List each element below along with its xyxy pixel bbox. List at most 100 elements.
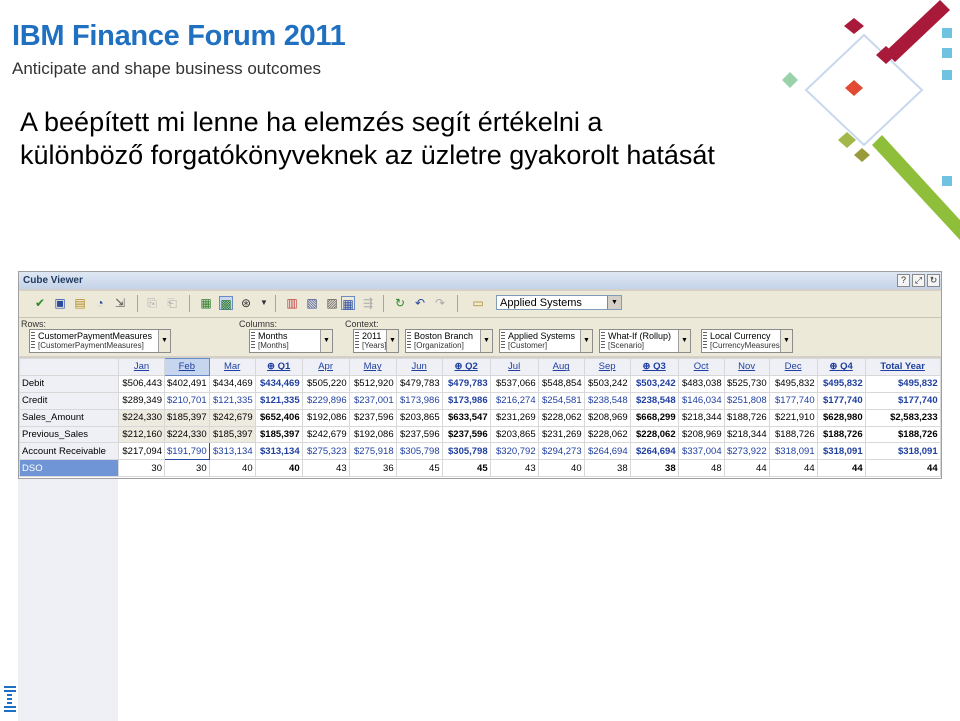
grid-cell[interactable]: $434,469	[254, 374, 303, 393]
view-folder-icon[interactable]: ▭	[471, 296, 485, 310]
grid-cell[interactable]: $237,596	[348, 408, 397, 427]
grid-cell[interactable]: $548,854	[537, 374, 585, 393]
row-header[interactable]: Debit	[19, 374, 119, 393]
column-header[interactable]: Apr	[301, 358, 350, 376]
grid-cell[interactable]: $275,323	[301, 442, 350, 461]
grid-cell[interactable]: 43	[489, 459, 539, 478]
column-header[interactable]: Sep	[583, 358, 631, 376]
grid-cell[interactable]: $318,091	[864, 442, 941, 461]
grid-cell[interactable]: $479,783	[395, 374, 443, 393]
grid-cell[interactable]: $305,798	[395, 442, 443, 461]
grid-cell[interactable]: 38	[629, 459, 679, 478]
grid-cell[interactable]: $318,091	[816, 442, 866, 461]
grid-cell[interactable]: $218,344	[723, 425, 770, 444]
grid-cell[interactable]: $218,344	[677, 408, 725, 427]
active-view-icon[interactable]: ▩	[219, 296, 233, 311]
context-chip-years[interactable]: 2011 [Years] ▼	[353, 329, 399, 353]
drag-handle-icon[interactable]	[407, 332, 411, 350]
column-header[interactable]: Feb	[164, 358, 210, 376]
grid-cell[interactable]: $525,730	[723, 374, 770, 393]
grid-cell[interactable]: $264,694	[629, 442, 679, 461]
refresh-window-button[interactable]: ↻	[927, 274, 940, 287]
column-header-quarter[interactable]: ⊕ Q3	[629, 358, 679, 376]
redo-icon[interactable]: ↷	[433, 296, 447, 310]
grid-cell[interactable]: $188,726	[723, 408, 770, 427]
grid-cell[interactable]: $217,094	[118, 442, 165, 461]
grid-cell[interactable]: 40	[537, 459, 585, 478]
chevron-down-icon[interactable]: ▼	[580, 330, 592, 352]
grid-cell[interactable]: $313,134	[208, 442, 256, 461]
grid-cell[interactable]: $289,349	[118, 391, 165, 410]
grid-cell[interactable]: $254,581	[537, 391, 585, 410]
column-header[interactable]: Oct	[677, 358, 725, 376]
drag-handle-icon[interactable]	[501, 332, 505, 350]
grid-cell[interactable]: 30	[118, 459, 165, 478]
grid-cell[interactable]: $231,269	[537, 425, 585, 444]
column-header[interactable]: Jun	[395, 358, 443, 376]
grid-cell[interactable]: $228,062	[583, 425, 631, 444]
grid-cell[interactable]: $479,783	[441, 374, 491, 393]
grid-cell[interactable]: $273,922	[723, 442, 770, 461]
refresh-icon[interactable]: ↻	[393, 296, 407, 310]
help-button[interactable]: ?	[897, 274, 910, 287]
grid-cell[interactable]: $2,583,233	[864, 408, 941, 427]
grid-cell[interactable]: $177,740	[864, 391, 941, 410]
grid-cell[interactable]: $228,062	[629, 425, 679, 444]
grid-cell[interactable]: $320,792	[489, 442, 539, 461]
export-icon[interactable]: ⇲	[113, 296, 127, 310]
chevron-down-icon[interactable]: ▼	[607, 296, 621, 309]
chevron-down-icon[interactable]: ▼	[678, 330, 690, 352]
column-header[interactable]: Aug	[537, 358, 585, 376]
grid-cell[interactable]: 44	[816, 459, 866, 478]
grid-cell[interactable]: 40	[254, 459, 303, 478]
grid-cell[interactable]: $495,832	[864, 374, 941, 393]
grid-cell[interactable]: $505,220	[301, 374, 350, 393]
grid-cell[interactable]: 48	[677, 459, 725, 478]
column-header[interactable]: Nov	[723, 358, 770, 376]
grid-cell[interactable]: 40	[208, 459, 256, 478]
drag-handle-icon[interactable]	[31, 332, 35, 350]
grid-cell[interactable]: $173,986	[441, 391, 491, 410]
chart-options-icon[interactable]: ▨	[325, 296, 339, 310]
column-header-quarter[interactable]: ⊕ Q2	[441, 358, 491, 376]
grid-cell[interactable]: $633,547	[441, 408, 491, 427]
view-select[interactable]: Applied Systems ▼	[496, 295, 622, 310]
maximize-button[interactable]: ⤢	[912, 274, 925, 287]
chevron-down-icon[interactable]: ▼	[480, 330, 492, 352]
grid-cell[interactable]: 44	[723, 459, 770, 478]
grid-cell[interactable]: $238,548	[583, 391, 631, 410]
grid-cell[interactable]: $216,274	[489, 391, 539, 410]
grid-cell[interactable]: $318,091	[768, 442, 818, 461]
column-chart-icon[interactable]: ▧	[305, 296, 319, 310]
chevron-down-icon[interactable]: ▼	[158, 330, 170, 352]
undo-icon[interactable]: ↶	[413, 296, 427, 310]
grid-cell[interactable]: $173,986	[395, 391, 443, 410]
check-icon[interactable]: ✔	[33, 296, 47, 310]
grid-cell[interactable]: $208,969	[583, 408, 631, 427]
column-header-quarter[interactable]: ⊕ Q4	[816, 358, 866, 376]
grid-cell[interactable]: 43	[301, 459, 350, 478]
column-header-quarter[interactable]: ⊕ Q1	[254, 358, 303, 376]
recalculate-icon[interactable]: ◔	[93, 296, 107, 310]
grid-cell[interactable]: $203,865	[395, 408, 443, 427]
grid-cell[interactable]: 44	[768, 459, 818, 478]
grid-cell[interactable]: $224,330	[118, 408, 165, 427]
drag-handle-icon[interactable]	[703, 332, 707, 350]
grid-cell[interactable]: $537,066	[489, 374, 539, 393]
grid-cell[interactable]: $192,086	[348, 425, 397, 444]
row-header[interactable]: Sales_Amount	[19, 408, 119, 427]
grid-cell[interactable]: $512,920	[348, 374, 397, 393]
grid-cell[interactable]: $628,980	[816, 408, 866, 427]
spreadsheet-icon[interactable]: ▦	[199, 296, 213, 310]
grid-cell[interactable]: $185,397	[164, 408, 210, 427]
grid-cell[interactable]: $210,701	[164, 391, 210, 410]
column-header[interactable]: Jan	[118, 358, 165, 376]
grid-cell[interactable]: $188,726	[768, 425, 818, 444]
grid-cell[interactable]: $185,397	[254, 425, 303, 444]
grid-cell[interactable]: $212,160	[118, 425, 165, 444]
grid-cell[interactable]: $242,679	[301, 425, 350, 444]
grid-cell[interactable]: $294,273	[537, 442, 585, 461]
grid-cell[interactable]: $228,062	[537, 408, 585, 427]
grid-cell[interactable]: $221,910	[768, 408, 818, 427]
grid-cell[interactable]: 45	[441, 459, 491, 478]
